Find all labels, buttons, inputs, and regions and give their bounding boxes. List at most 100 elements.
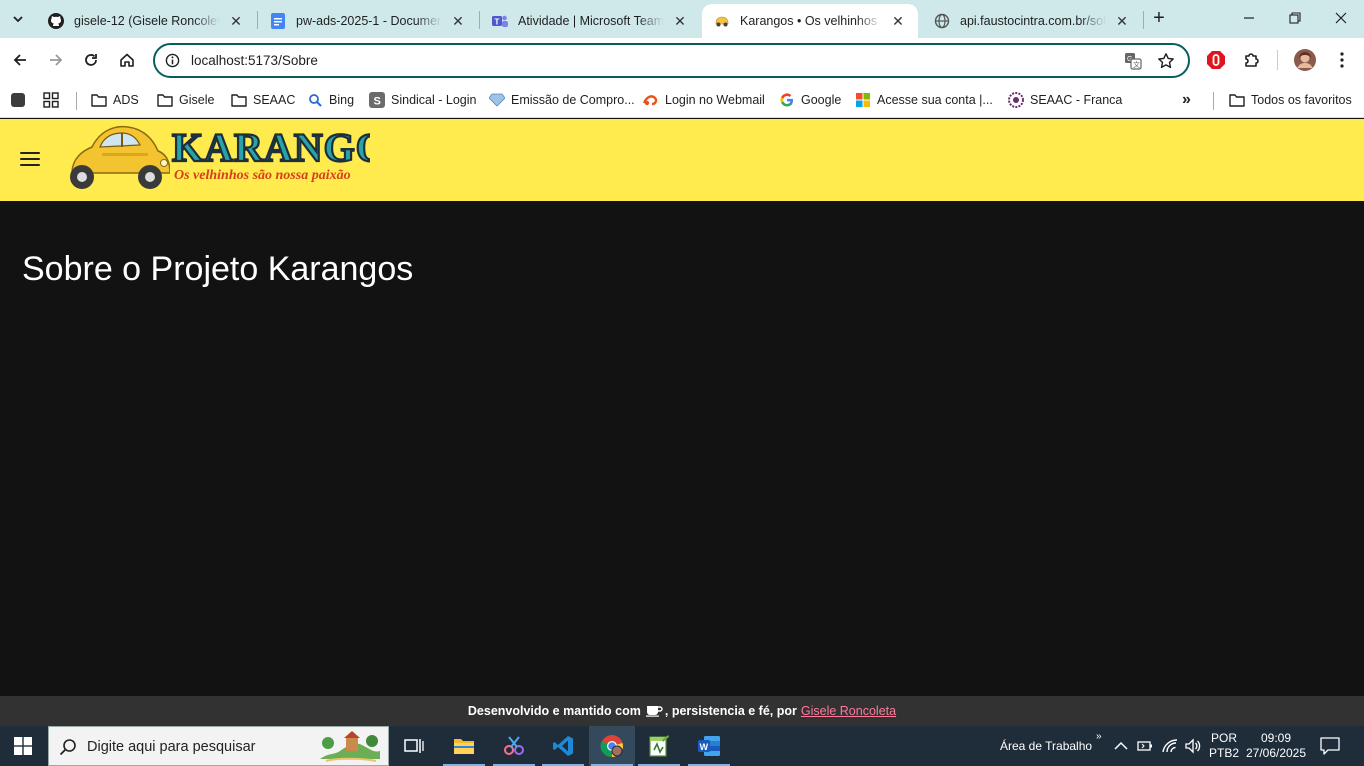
- bookmark-sindical[interactable]: S Sindical - Login: [369, 89, 476, 111]
- tab-search-button[interactable]: [6, 7, 30, 31]
- language-label: POR: [1211, 731, 1238, 745]
- address-bar[interactable]: localhost:5173/Sobre G文: [153, 43, 1190, 78]
- page-footer: Desenvolvido e mantido com , persistenci…: [0, 696, 1364, 726]
- bookmark-label: Acesse sua conta |...: [877, 93, 993, 107]
- author-link[interactable]: Gisele Roncoleta: [801, 704, 896, 718]
- bookmark-webmail[interactable]: Login no Webmail: [643, 89, 765, 111]
- bookmark-folder-ads[interactable]: ADS: [91, 89, 139, 111]
- taskbar-search[interactable]: Digite aqui para pesquisar: [48, 726, 389, 766]
- restore-button[interactable]: [1272, 0, 1318, 36]
- close-icon[interactable]: ✕: [890, 13, 906, 29]
- reload-icon: [85, 54, 97, 66]
- language-indicator[interactable]: POR PTB2: [1209, 726, 1239, 766]
- translate-icon[interactable]: G文: [1123, 51, 1143, 71]
- microsoft-icon: [855, 92, 871, 108]
- snipping-tool-app[interactable]: [491, 726, 537, 766]
- bookmark-label: Todos os favoritos: [1251, 93, 1352, 107]
- file-explorer-app[interactable]: [441, 726, 487, 766]
- menu-line: [20, 152, 40, 154]
- tab-title: pw-ads-2025-1 - Documento: [296, 14, 442, 28]
- bookmark-folder-gisele[interactable]: Gisele: [157, 89, 214, 111]
- vscode-app[interactable]: [540, 726, 586, 766]
- notepad-plus-app[interactable]: [636, 726, 682, 766]
- profile-avatar[interactable]: [1293, 48, 1317, 72]
- adblock-extension-icon[interactable]: [1204, 48, 1228, 72]
- webmail-icon: [643, 92, 659, 108]
- square-icon: [10, 92, 26, 108]
- tab-github[interactable]: gisele-12 (Gisele Roncoleta) ✕: [36, 4, 256, 38]
- google-icon: [779, 92, 795, 108]
- karangos-logo[interactable]: KARANGOS Os velhinhos são nossa paixão: [66, 121, 370, 193]
- apps-button[interactable]: [43, 89, 65, 111]
- new-tab-button[interactable]: +: [1148, 8, 1170, 30]
- tab-title: gisele-12 (Gisele Roncoleta): [74, 14, 220, 28]
- tab-docs[interactable]: pw-ads-2025-1 - Documento ✕: [258, 4, 478, 38]
- all-bookmarks-folder[interactable]: Todos os favoritos: [1229, 89, 1352, 111]
- tab-title: Karangos • Os velhinhos são nossa paixão: [740, 14, 882, 28]
- arrow-left-icon: [13, 54, 26, 66]
- bookmark-divider: [76, 92, 77, 110]
- bookmark-label: Gisele: [179, 93, 215, 107]
- page-title: Sobre o Projeto Karangos: [22, 250, 414, 288]
- bookmark-label: SEAAC - Franca: [1030, 93, 1123, 107]
- network-tray-icon[interactable]: [1161, 726, 1179, 766]
- volume-tray-icon[interactable]: [1184, 726, 1202, 766]
- bookmark-microsoft[interactable]: Acesse sua conta |...: [855, 89, 993, 111]
- diamond-icon: [489, 92, 505, 108]
- power-tray-icon[interactable]: [1136, 726, 1154, 766]
- bookmark-app-icon[interactable]: [10, 89, 32, 111]
- clock[interactable]: 09:09 27/06/2025: [1244, 726, 1308, 766]
- bookmark-bing[interactable]: Bing: [307, 89, 354, 111]
- reload-button[interactable]: [78, 46, 104, 74]
- seaac-icon: [1008, 92, 1024, 108]
- bookmark-google[interactable]: Google: [779, 89, 841, 111]
- globe-icon: [934, 13, 950, 29]
- start-button[interactable]: [0, 726, 46, 766]
- more-bookmarks-button[interactable]: »: [1182, 89, 1191, 111]
- back-button[interactable]: [7, 46, 33, 74]
- menu-button[interactable]: [20, 152, 40, 168]
- tab-karangos[interactable]: Karangos • Os velhinhos são nossa paixão…: [702, 4, 918, 38]
- desktop-toolbar[interactable]: Área de Trabalho: [1000, 726, 1092, 766]
- search-placeholder: Digite aqui para pesquisar: [87, 739, 256, 755]
- home-button[interactable]: [114, 46, 140, 74]
- close-icon[interactable]: ✕: [1114, 13, 1130, 29]
- svg-text:W: W: [700, 742, 709, 752]
- bookmark-label: Emissão de Compro...: [511, 93, 635, 107]
- svg-text:Os velhinhos são nossa paixão: Os velhinhos são nossa paixão: [174, 168, 351, 183]
- folder-icon: [1229, 92, 1245, 108]
- bookmark-divider: [1213, 92, 1214, 110]
- tab-title: Atividade | Microsoft Teams: [518, 14, 664, 28]
- tab-teams[interactable]: T Atividade | Microsoft Teams ✕: [480, 4, 700, 38]
- forward-button[interactable]: [43, 46, 69, 74]
- bookmark-seaac-franca[interactable]: SEAAC - Franca: [1008, 89, 1122, 111]
- tab-api[interactable]: api.faustocintra.com.br/sobre ✕: [922, 4, 1142, 38]
- minimize-button[interactable]: [1226, 0, 1272, 36]
- menu-kebab-icon[interactable]: [1330, 48, 1354, 72]
- notifications-button[interactable]: [1320, 726, 1340, 766]
- chevron-double-right-icon: »: [1096, 730, 1102, 742]
- folder-icon: [91, 92, 107, 108]
- close-icon[interactable]: ✕: [672, 13, 688, 29]
- car-icon: [70, 125, 170, 189]
- word-app[interactable]: W: [686, 726, 732, 766]
- power-plug-icon: [1137, 741, 1152, 751]
- word-icon: W: [698, 736, 720, 756]
- bookmark-emissao[interactable]: Emissão de Compro...: [489, 89, 635, 111]
- menu-line: [20, 164, 40, 166]
- chevron-down-icon: [13, 16, 23, 23]
- close-icon[interactable]: ✕: [450, 13, 466, 29]
- task-view-button[interactable]: [391, 726, 437, 766]
- notification-icon: [1320, 737, 1340, 755]
- url-text[interactable]: localhost:5173/Sobre: [191, 53, 318, 68]
- close-window-button[interactable]: [1318, 0, 1364, 36]
- extensions-icon[interactable]: [1240, 48, 1264, 72]
- star-icon[interactable]: [1156, 51, 1176, 71]
- close-icon[interactable]: ✕: [228, 13, 244, 29]
- info-icon[interactable]: [165, 53, 180, 68]
- bookmark-folder-seaac[interactable]: SEAAC: [231, 89, 295, 111]
- bookmark-label: Login no Webmail: [665, 93, 765, 107]
- tray-overflow-button[interactable]: [1114, 726, 1128, 766]
- desktop-toolbar-chevron[interactable]: »: [1096, 716, 1102, 756]
- chrome-app[interactable]: [589, 726, 635, 766]
